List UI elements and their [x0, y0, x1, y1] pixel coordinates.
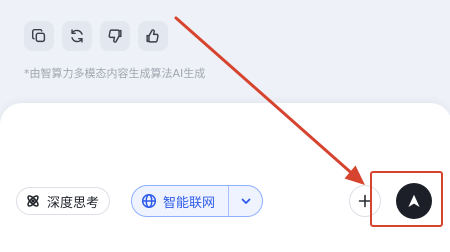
copy-icon: [31, 28, 46, 43]
atom-icon: [27, 195, 39, 207]
deep-think-toggle[interactable]: 深度思考: [16, 187, 111, 215]
chevron-down-icon: [241, 198, 250, 204]
refresh-icon: [71, 29, 83, 43]
add-attachment-button[interactable]: [349, 185, 381, 217]
deep-think-label: 深度思考: [47, 195, 100, 211]
web-search-label: 智能联网: [163, 195, 216, 211]
web-search-dropdown-button[interactable]: [229, 186, 262, 216]
copy-button[interactable]: [24, 21, 54, 51]
send-button[interactable]: [396, 183, 432, 219]
thumbs-up-icon: [146, 29, 159, 43]
chat-input-panel[interactable]: [0, 103, 450, 252]
web-search-group: 智能联网: [131, 185, 263, 217]
regenerate-button[interactable]: [62, 21, 92, 51]
dislike-button[interactable]: [100, 21, 130, 51]
send-arrow-icon: [408, 194, 420, 207]
ai-disclaimer: *由智算力多模态内容生成算法AI生成: [24, 67, 206, 80]
plus-icon: [358, 194, 372, 208]
globe-icon: [141, 193, 157, 209]
web-search-toggle[interactable]: 智能联网: [132, 186, 228, 216]
like-button[interactable]: [138, 21, 168, 51]
thumbs-down-icon: [108, 29, 122, 43]
message-actions: [24, 21, 168, 51]
